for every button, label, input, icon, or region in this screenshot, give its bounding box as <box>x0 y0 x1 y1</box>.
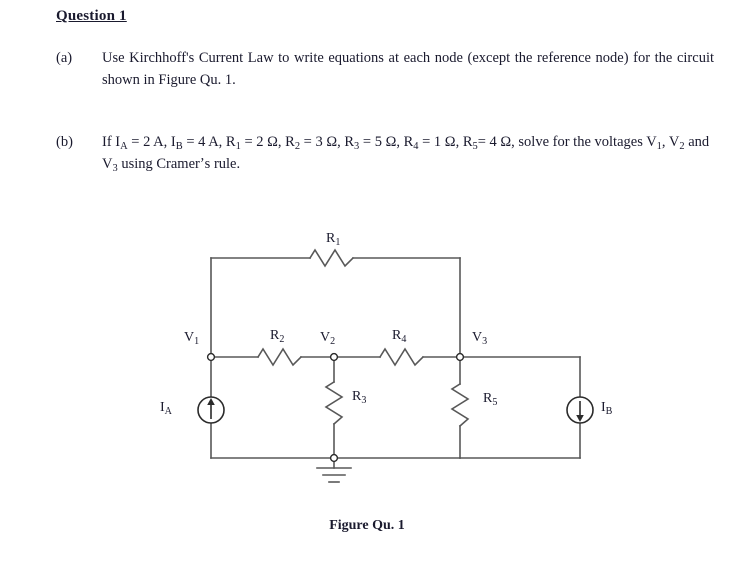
label-r3: R3 <box>352 389 367 406</box>
node-marker-ground <box>329 453 339 463</box>
resistor-r4-body <box>378 347 425 367</box>
label-ia: IA <box>160 400 172 417</box>
resistor-r1-body <box>308 248 355 268</box>
node-marker-v1 <box>206 352 216 362</box>
label-r2: R2 <box>270 328 285 345</box>
circuit-figure: R1 R2 R3 R4 R5 V1 V2 V3 IA IB Figure Qu.… <box>0 0 734 562</box>
label-r5: R5 <box>483 391 498 408</box>
label-r4: R4 <box>392 328 407 345</box>
node-marker-v3 <box>455 352 465 362</box>
label-v2: V2 <box>320 330 336 347</box>
resistor-r2-body <box>256 347 303 367</box>
figure-caption: Figure Qu. 1 <box>329 518 405 533</box>
resistor-r3-body <box>324 380 344 426</box>
label-ib: IB <box>601 400 613 417</box>
current-source-ia <box>197 396 225 424</box>
circuit-schematic-svg <box>197 248 594 483</box>
label-v3: V3 <box>472 330 488 347</box>
node-marker-v2 <box>329 352 339 362</box>
label-v1: V1 <box>184 330 200 347</box>
resistor-r5-body <box>450 382 470 428</box>
current-source-ib <box>566 396 594 424</box>
label-r1: R1 <box>326 231 341 248</box>
